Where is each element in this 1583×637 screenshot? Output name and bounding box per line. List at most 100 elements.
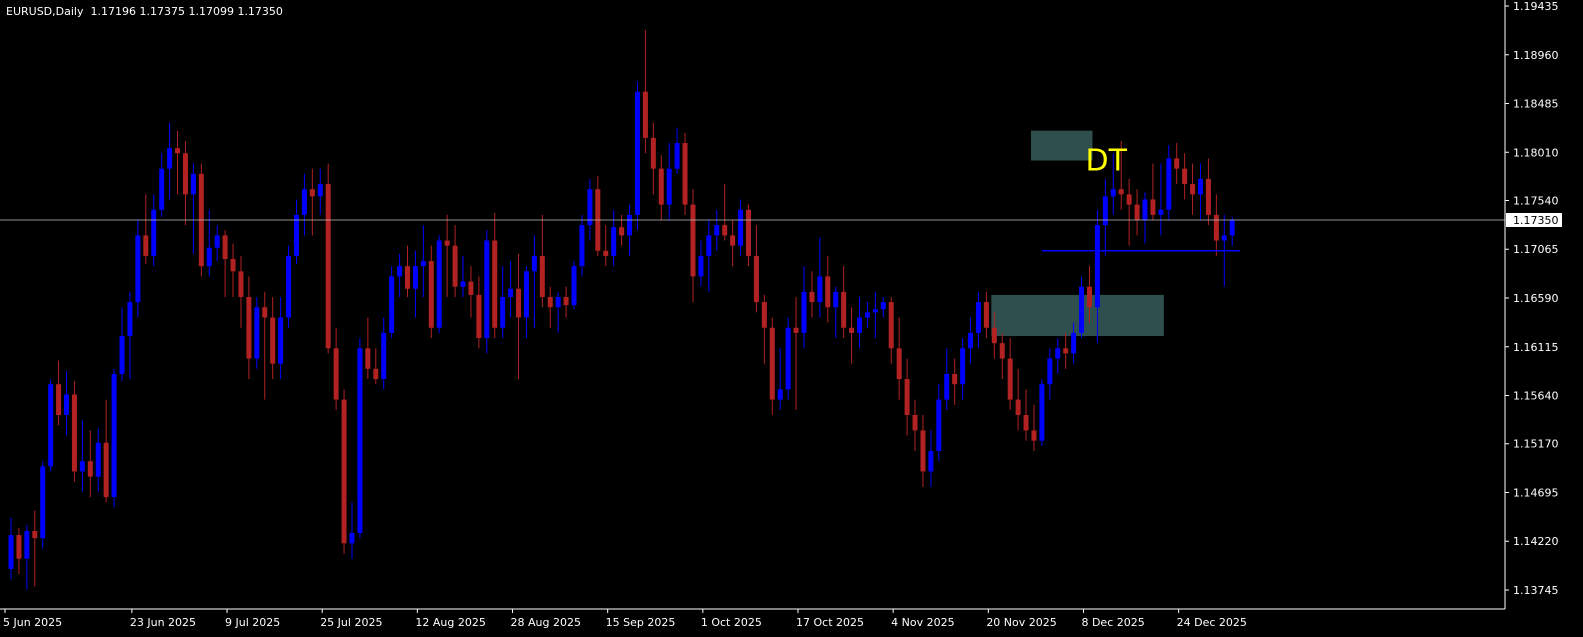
candle-body	[619, 227, 625, 236]
candle-body	[1158, 209, 1164, 215]
candle-body	[603, 250, 609, 256]
candle-body	[738, 209, 744, 246]
candle-body	[1126, 194, 1132, 205]
current-price-label: 1.17350	[1513, 214, 1559, 227]
candle-body	[817, 276, 823, 303]
candle-body	[666, 168, 672, 205]
candle-body	[405, 266, 410, 289]
candle-body	[1023, 415, 1029, 431]
candle-body	[833, 291, 839, 308]
candle-body	[190, 173, 196, 195]
y-tick-label: 1.18960	[1513, 49, 1559, 62]
candle-body	[658, 168, 664, 205]
candle-body	[1094, 225, 1100, 308]
candle-body	[492, 240, 498, 328]
candle-body	[928, 450, 934, 472]
candle-body	[555, 296, 561, 308]
candle-body	[1229, 219, 1235, 236]
candle-body	[119, 335, 125, 374]
candle-body	[341, 399, 347, 544]
candle-body	[785, 327, 791, 390]
y-tick-label: 1.19435	[1513, 0, 1559, 13]
x-tick-label: 25 Jul 2025	[320, 616, 382, 629]
candle-body	[444, 240, 450, 246]
candle-body	[238, 271, 244, 297]
y-tick-label: 1.15640	[1513, 390, 1559, 403]
candle-body	[357, 348, 363, 534]
candle-body	[254, 307, 260, 359]
candle-body	[714, 225, 720, 236]
candle-body	[571, 266, 577, 306]
candle-body	[508, 288, 514, 297]
candle-body	[476, 294, 482, 339]
candle-body	[293, 214, 299, 256]
x-tick-label: 28 Aug 2025	[511, 616, 581, 629]
candle-body	[270, 317, 276, 364]
candle-body	[1142, 199, 1148, 220]
candle-body	[317, 184, 323, 197]
candle-body	[1086, 286, 1092, 308]
candle-body	[1134, 204, 1140, 220]
candle	[634, 81, 640, 231]
candle-body	[960, 348, 966, 385]
candle-body	[381, 332, 387, 380]
candle-body	[206, 247, 212, 267]
candle-body	[539, 255, 545, 297]
candle-body	[745, 209, 751, 256]
x-tick-label: 23 Jun 2025	[130, 616, 196, 629]
candle-body	[79, 461, 85, 472]
candle-body	[968, 332, 974, 349]
candle-body	[460, 281, 466, 287]
y-tick-label: 1.16590	[1513, 292, 1559, 305]
candle-body	[722, 225, 728, 236]
candle-body	[56, 384, 62, 416]
candle-body	[111, 373, 117, 498]
candle-body	[1071, 332, 1077, 354]
candle	[254, 296, 260, 369]
pattern-label: DT	[1085, 143, 1127, 178]
candle	[48, 379, 54, 472]
candle-body	[1166, 158, 1172, 210]
candle	[357, 338, 363, 539]
candle-body	[1055, 348, 1061, 359]
candle-body	[730, 235, 736, 246]
candle	[40, 461, 46, 549]
candle-body	[1190, 184, 1196, 195]
candle-body	[563, 296, 569, 306]
candle-body	[436, 240, 442, 328]
candle-body	[127, 302, 133, 336]
candle-body	[16, 535, 22, 559]
candle	[389, 266, 395, 339]
candle	[71, 381, 77, 482]
price-chart[interactable]: 1.19435 1.18960 1.18485 1.18010 1.17540 1.170…	[0, 0, 1583, 637]
candle-body	[920, 430, 926, 472]
candle-body	[674, 143, 680, 169]
candle-body	[1118, 189, 1124, 195]
candle-body	[872, 309, 878, 313]
resistance-zone	[1030, 130, 1093, 161]
candle-body	[32, 530, 38, 539]
candle-body	[611, 227, 617, 256]
y-tick-label: 1.14695	[1513, 486, 1559, 499]
candle-body	[103, 442, 109, 498]
candle-body	[777, 389, 783, 400]
candle-body	[706, 235, 712, 256]
y-tick-label: 1.15170	[1513, 438, 1559, 451]
candle	[325, 163, 331, 354]
candle-body	[547, 296, 553, 308]
candle-body	[952, 373, 958, 385]
candle-body	[333, 348, 339, 400]
candle-body	[793, 327, 799, 333]
x-tick-label: 1 Oct 2025	[701, 616, 762, 629]
y-tick-label: 1.13745	[1513, 584, 1559, 597]
candle-body	[484, 240, 490, 339]
candle-body	[849, 327, 855, 333]
candle-body	[48, 384, 54, 467]
candle-body	[888, 302, 894, 349]
chart-symbol: EURUSD,Daily	[6, 5, 84, 18]
candle-body	[1007, 358, 1013, 400]
candle-body	[857, 317, 863, 333]
candle-body	[135, 235, 141, 303]
x-tick-label: 15 Sep 2025	[606, 616, 676, 629]
candle-body	[349, 533, 355, 544]
